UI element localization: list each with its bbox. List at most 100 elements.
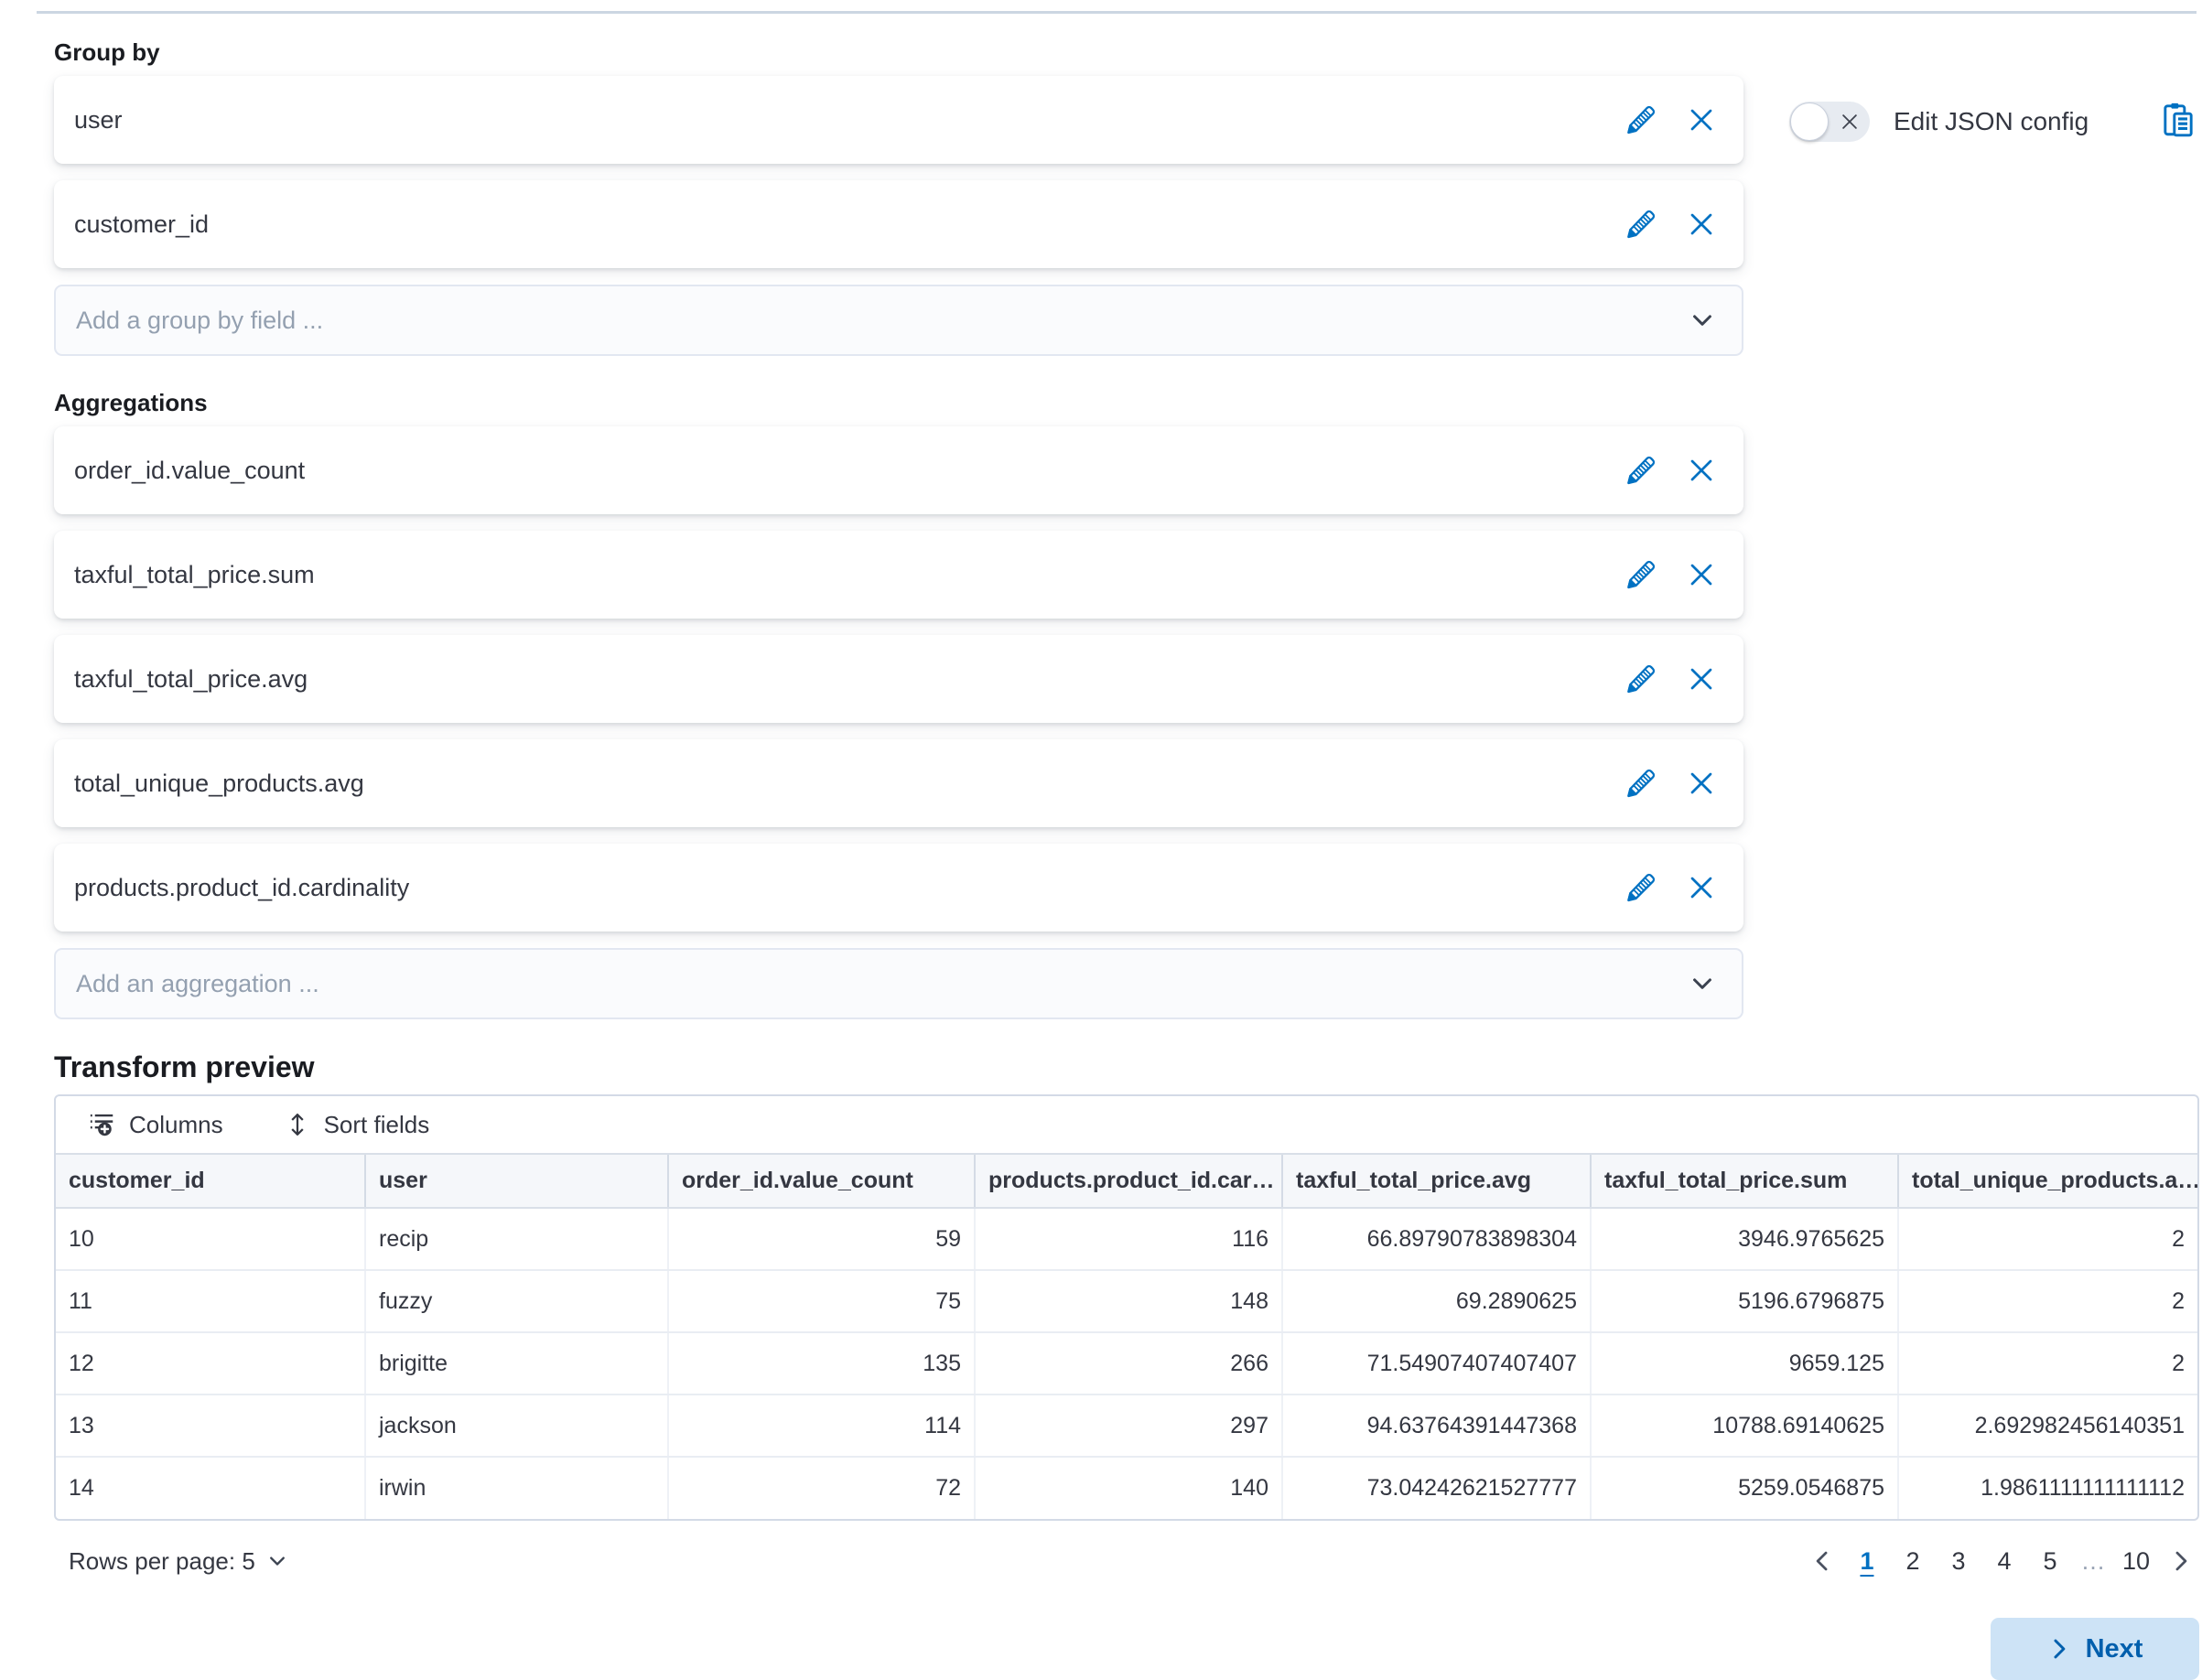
pencil-icon <box>1626 664 1656 694</box>
column-header[interactable]: user <box>365 1155 668 1208</box>
table-cell: 2 <box>1898 1332 2197 1395</box>
table-cell: 5196.6796875 <box>1591 1270 1898 1332</box>
page-2-button[interactable]: 2 <box>1894 1541 1932 1581</box>
table-row: 10recip5911666.897907838983043946.976562… <box>56 1208 2197 1270</box>
page-10-button[interactable]: 10 <box>2117 1541 2155 1581</box>
sort-fields-button[interactable]: Sort fields <box>284 1111 430 1139</box>
aggregation-item: order_id.value_count <box>54 426 1743 514</box>
table-cell: 135 <box>668 1332 975 1395</box>
table-cell: jackson <box>365 1395 668 1457</box>
table-cell: 59 <box>668 1208 975 1270</box>
table-cell: 13 <box>56 1395 365 1457</box>
copy-to-clipboard-button[interactable] <box>2159 101 2197 142</box>
table-cell: 114 <box>668 1395 975 1457</box>
column-header[interactable]: order_id.value_count <box>668 1155 975 1208</box>
remove-group-by-button[interactable] <box>1683 102 1720 138</box>
sort-arrows-icon <box>284 1111 311 1138</box>
column-header[interactable]: taxful_total_price.avg <box>1282 1155 1591 1208</box>
table-cell: 71.54907407407407 <box>1282 1332 1591 1395</box>
page-5-button[interactable]: 5 <box>2031 1541 2069 1581</box>
table-cell: 2 <box>1898 1270 2197 1332</box>
page-4-button[interactable]: 4 <box>1985 1541 2024 1581</box>
table-cell: 148 <box>975 1270 1282 1332</box>
aggregation-item-label: taxful_total_price.sum <box>74 561 315 589</box>
aggregations-list: order_id.value_count taxful_total_price.s… <box>54 426 1743 932</box>
table-cell: recip <box>365 1208 668 1270</box>
next-page-button[interactable] <box>2163 1541 2199 1581</box>
rows-per-page-button[interactable]: Rows per page: 5 <box>69 1547 288 1576</box>
table-footer: Rows per page: 5 12345 …10 <box>54 1539 2199 1583</box>
edit-group-by-button[interactable] <box>1623 102 1659 138</box>
pencil-icon <box>1626 560 1656 589</box>
next-button[interactable]: Next <box>1991 1618 2199 1680</box>
chevron-left-icon <box>1810 1549 1834 1573</box>
aggregations-label: Aggregations <box>54 389 1743 417</box>
edit-json-toggle[interactable] <box>1789 102 1870 142</box>
aggregation-item-label: taxful_total_price.avg <box>74 665 308 694</box>
remove-aggregation-button[interactable] <box>1683 661 1720 697</box>
table-cell: 266 <box>975 1332 1282 1395</box>
columns-button[interactable]: Columns <box>89 1111 223 1139</box>
table-cell: 297 <box>975 1395 1282 1457</box>
next-button-row: Next <box>54 1618 2199 1680</box>
table-cell: 2 <box>1898 1208 2197 1270</box>
pagination-ellipsis: … <box>2077 1547 2110 1576</box>
remove-aggregation-button[interactable] <box>1683 556 1720 593</box>
table-cell: 14 <box>56 1457 365 1519</box>
column-header[interactable]: customer_id <box>56 1155 365 1208</box>
chevron-down-icon <box>266 1550 288 1572</box>
column-header[interactable]: taxful_total_price.sum <box>1591 1155 1898 1208</box>
table-cell: fuzzy <box>365 1270 668 1332</box>
sort-fields-button-label: Sort fields <box>324 1111 430 1139</box>
pencil-icon <box>1626 105 1656 135</box>
table-header-row: customer_iduserorder_id.value_countprodu… <box>56 1155 2197 1208</box>
table-cell: 75 <box>668 1270 975 1332</box>
columns-list-add-icon <box>89 1111 116 1138</box>
cross-icon <box>1687 105 1716 135</box>
edit-group-by-button[interactable] <box>1623 206 1659 242</box>
edit-aggregation-button[interactable] <box>1623 869 1659 906</box>
aggregation-item-label: order_id.value_count <box>74 457 305 485</box>
remove-aggregation-button[interactable] <box>1683 869 1720 906</box>
preview-table: customer_iduserorder_id.value_countprodu… <box>56 1155 2197 1519</box>
table-cell: 73.04242621527777 <box>1282 1457 1591 1519</box>
add-group-by-select[interactable]: Add a group by field ... <box>54 285 1743 356</box>
cross-icon <box>1687 769 1716 798</box>
table-cell: 9659.125 <box>1591 1332 1898 1395</box>
cross-icon <box>1687 560 1716 589</box>
column-header[interactable]: products.product_id.car… <box>975 1155 1282 1208</box>
toggle-knob <box>1790 102 1829 141</box>
edit-aggregation-button[interactable] <box>1623 556 1659 593</box>
table-cell: irwin <box>365 1457 668 1519</box>
pencil-icon <box>1626 210 1656 239</box>
aggregation-item: taxful_total_price.avg <box>54 635 1743 723</box>
column-header[interactable]: total_unique_products.a… <box>1898 1155 2197 1208</box>
aggregation-item-actions <box>1623 765 1720 802</box>
table-cell: 12 <box>56 1332 365 1395</box>
page-1-button[interactable]: 1 <box>1848 1541 1886 1581</box>
pencil-icon <box>1626 456 1656 485</box>
group-by-item-actions <box>1623 206 1720 242</box>
remove-group-by-button[interactable] <box>1683 206 1720 242</box>
remove-aggregation-button[interactable] <box>1683 765 1720 802</box>
transform-preview-title: Transform preview <box>54 1050 2199 1083</box>
edit-aggregation-button[interactable] <box>1623 452 1659 489</box>
page-3-button[interactable]: 3 <box>1939 1541 1978 1581</box>
json-config-controls: Edit JSON config <box>1789 101 2197 142</box>
table-row: 13jackson11429794.6376439144736810788.69… <box>56 1395 2197 1457</box>
remove-aggregation-button[interactable] <box>1683 452 1720 489</box>
cross-icon <box>1687 210 1716 239</box>
pagination: 12345 …10 <box>1804 1541 2199 1581</box>
aggregation-item-label: total_unique_products.avg <box>74 770 364 798</box>
top-divider <box>37 11 2197 14</box>
table-cell: 69.2890625 <box>1282 1270 1591 1332</box>
pivot-config-column: Group by usercustomer_id Add a group by … <box>54 0 1743 1019</box>
add-aggregation-select[interactable]: Add an aggregation ... <box>54 948 1743 1019</box>
table-row: 11fuzzy7514869.28906255196.67968752 <box>56 1270 2197 1332</box>
chevron-right-icon <box>2169 1549 2193 1573</box>
aggregation-item-actions <box>1623 556 1720 593</box>
edit-aggregation-button[interactable] <box>1623 661 1659 697</box>
previous-page-button[interactable] <box>1804 1541 1840 1581</box>
edit-aggregation-button[interactable] <box>1623 765 1659 802</box>
table-cell: 66.89790783898304 <box>1282 1208 1591 1270</box>
